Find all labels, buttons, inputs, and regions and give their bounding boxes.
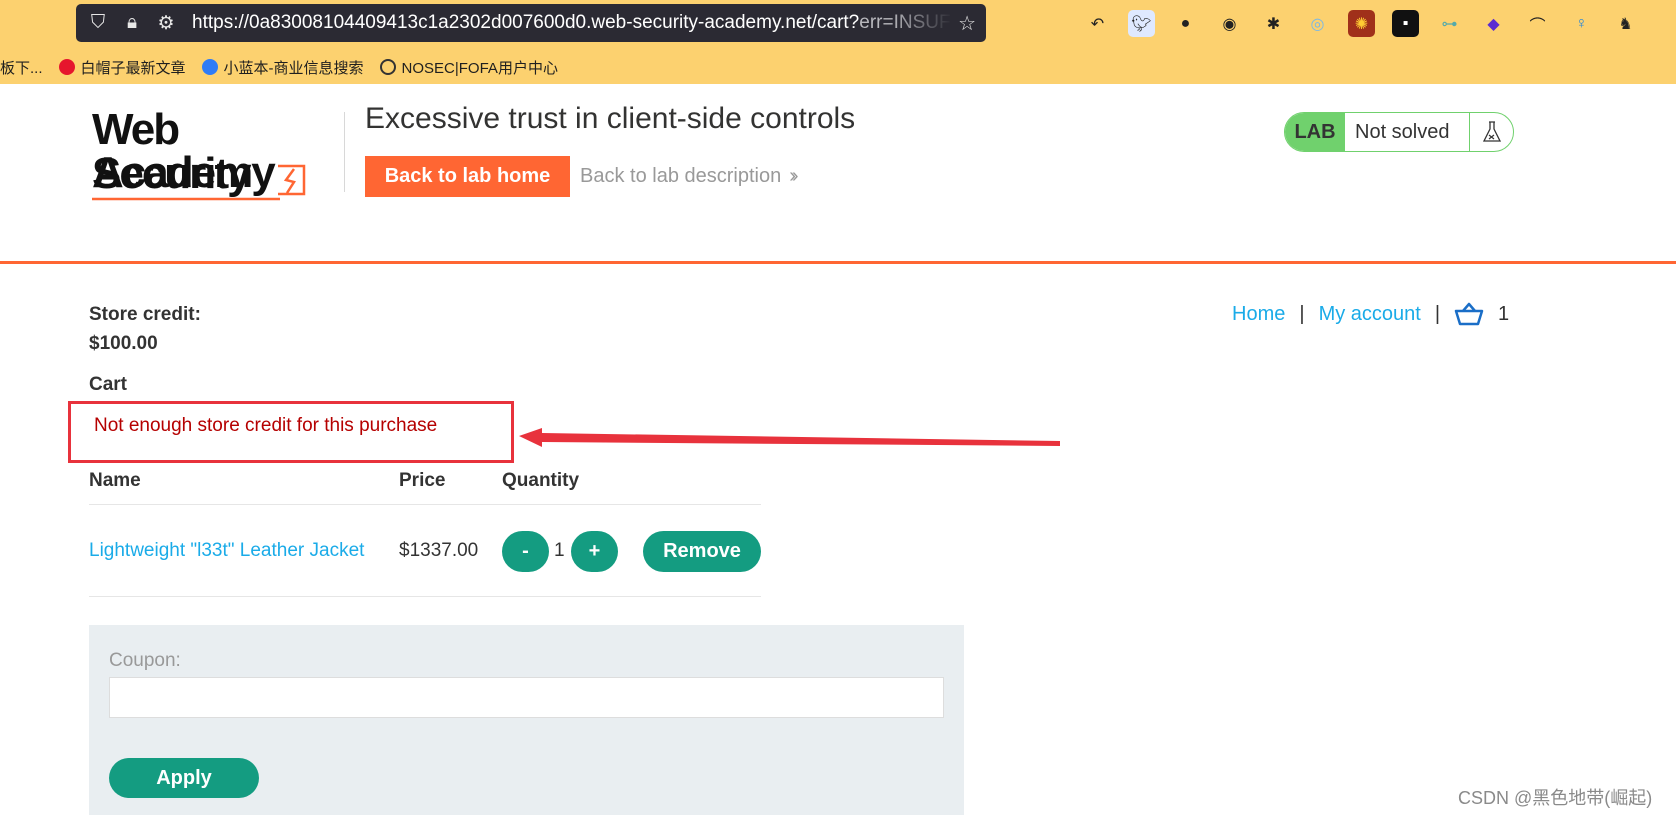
- remove-button[interactable]: Remove: [643, 531, 761, 572]
- bookmark-item[interactable]: 板下...: [0, 57, 43, 78]
- permissions-icon[interactable]: ⚙︎: [154, 12, 178, 35]
- header-divider: [344, 112, 345, 192]
- bookmark-label: 小蓝本-商业信息搜索: [223, 59, 364, 77]
- lab-status-widget: LAB Not solved: [1284, 112, 1514, 152]
- csdn-watermark: CSDN @黑色地带(崛起): [1458, 788, 1653, 808]
- bookmark-label: NOSEC|FOFA用户中心: [401, 59, 558, 77]
- home-link[interactable]: Home: [1232, 303, 1285, 326]
- bookmark-item[interactable]: 小蓝本-商业信息搜索: [201, 57, 364, 78]
- lab-state: Not solved: [1355, 120, 1450, 143]
- nav-separator: |: [1299, 302, 1305, 325]
- coupon-input[interactable]: [109, 677, 944, 718]
- increase-quantity-button[interactable]: +: [571, 531, 618, 572]
- lab-badge: LAB: [1285, 113, 1345, 151]
- globe-icon: [379, 59, 396, 75]
- extension-toolbar: ↶ 🐦︎ ● ◉ ✱ ◎ ✺ ▪ ⊶ ◆ ⌒ ♀ ♞: [1084, 10, 1639, 37]
- double-chevron-right-icon: ››: [789, 165, 799, 187]
- lock-icon[interactable]: 🔒︎: [120, 12, 144, 34]
- url-text[interactable]: https://0a83008104409413c1a2302d007600d0…: [192, 12, 952, 34]
- column-header-price: Price: [399, 470, 446, 491]
- back-to-lab-description-link[interactable]: Back to lab description ››: [580, 165, 799, 188]
- bird-extension-icon[interactable]: 🐦︎: [1128, 10, 1155, 37]
- table-divider: [89, 596, 761, 597]
- store-credit-value: $100.00: [89, 333, 158, 354]
- bookmark-item[interactable]: 白帽子最新文章: [58, 57, 186, 78]
- quantity-value: 1: [554, 540, 565, 561]
- bookmark-label: 白帽子最新文章: [80, 59, 186, 77]
- coupon-panel: Coupon: Apply: [89, 625, 964, 815]
- product-price: $1337.00: [399, 540, 479, 561]
- bookmark-star-icon[interactable]: ☆: [958, 11, 976, 36]
- web-security-academy-logo[interactable]: Web Security Academy: [92, 108, 342, 201]
- bug-extension-icon[interactable]: ✱: [1260, 10, 1287, 37]
- store-credit-label: Store credit:: [89, 304, 201, 325]
- bookmark-label: 板下...: [0, 59, 43, 77]
- back-to-lab-home-button[interactable]: Back to lab home: [365, 156, 570, 197]
- lightning-bolt-icon: [278, 164, 306, 196]
- shield-icon[interactable]: ⛉: [86, 12, 110, 34]
- table-divider: [89, 504, 761, 505]
- my-account-link[interactable]: My account: [1319, 303, 1421, 326]
- hat-extension-icon[interactable]: ⌒: [1524, 10, 1551, 37]
- address-bar[interactable]: ⛉ 🔒︎ ⚙︎ https://0a83008104409413c1a2302d…: [76, 4, 986, 42]
- bookmarks-bar: 板下... 白帽子最新文章 小蓝本-商业信息搜索 NOSEC|FOFA用户中心: [0, 52, 574, 82]
- logo-line-2: Academy: [92, 148, 276, 197]
- toggle-extension-icon[interactable]: ⊶: [1436, 10, 1463, 37]
- nav-separator: |: [1434, 302, 1441, 325]
- url-main: https://0a83008104409413c1a2302d007600d0…: [192, 12, 860, 33]
- layers-extension-icon[interactable]: ◆: [1480, 10, 1507, 37]
- weibo-icon: [58, 59, 75, 75]
- back-arrow-icon[interactable]: ↶: [1084, 10, 1111, 37]
- browser-toolbar: ⛉ 🔒︎ ⚙︎ https://0a83008104409413c1a2302d…: [0, 0, 1676, 84]
- cart-count: 1: [1498, 302, 1510, 325]
- url-query: err=INSUFFICIENT: [859, 12, 952, 33]
- top-nav: Home | My account | 1: [1232, 302, 1509, 326]
- decrease-quantity-button[interactable]: -: [502, 531, 549, 572]
- apply-coupon-button[interactable]: Apply: [109, 758, 259, 798]
- error-message: Not enough store credit for this purchas…: [94, 415, 438, 436]
- cookie-icon[interactable]: ●: [1172, 10, 1199, 37]
- tampermonkey-icon[interactable]: ▪: [1392, 10, 1419, 37]
- ring-extension-icon[interactable]: ◎: [1304, 10, 1331, 37]
- back-to-lab-description-label: Back to lab description: [580, 165, 782, 187]
- coupon-label: Coupon:: [109, 650, 181, 671]
- logo-underline: [92, 197, 280, 201]
- lab-title: Excessive trust in client-side controls: [365, 102, 856, 135]
- cookie-editor-icon[interactable]: ◉: [1216, 10, 1243, 37]
- product-name-link[interactable]: Lightweight "l33t" Leather Jacket: [89, 540, 364, 562]
- cart-heading: Cart: [89, 374, 128, 395]
- column-header-quantity: Quantity: [502, 470, 580, 491]
- pin-extension-icon[interactable]: ♀: [1568, 10, 1595, 37]
- wappalyzer-icon[interactable]: ✺: [1348, 10, 1375, 37]
- column-header-name: Name: [89, 470, 141, 491]
- cart-basket-icon[interactable]: [1454, 302, 1484, 326]
- search-q-icon: [201, 59, 218, 75]
- hacker-extension-icon[interactable]: ♞: [1612, 10, 1639, 37]
- flask-icon: [1469, 113, 1513, 151]
- bookmark-item[interactable]: NOSEC|FOFA用户中心: [379, 57, 558, 78]
- academy-header: Web Security Academy Excessive trust in …: [0, 84, 1676, 264]
